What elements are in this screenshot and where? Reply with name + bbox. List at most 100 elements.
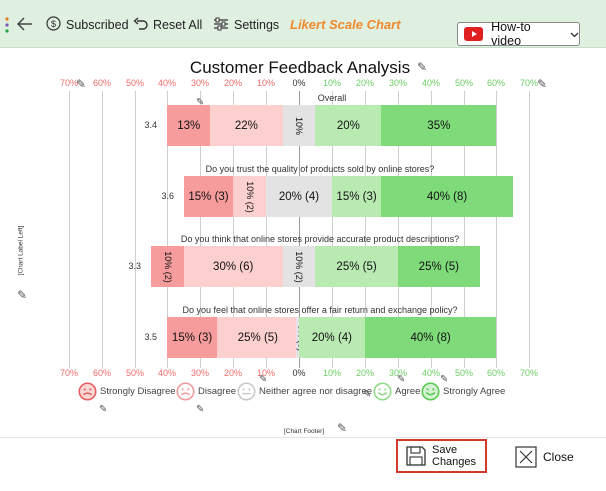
bar-segment-strongly-agree[interactable]: 40% (8) — [364, 317, 497, 358]
edit-title-pencil-icon[interactable]: ✎ — [417, 61, 427, 73]
face-icon-4 — [421, 382, 440, 401]
app-title: Likert Scale Chart — [290, 17, 401, 32]
reset-all-label: Reset All — [153, 18, 203, 32]
axis-tick-label: 0% — [292, 78, 306, 88]
row-average-score: 3.5 — [144, 331, 157, 342]
axis-tick-label: 40% — [421, 78, 440, 88]
undo-icon — [133, 16, 148, 34]
edit-chart-label-left-pencil-icon[interactable]: ✎ — [17, 289, 27, 301]
axis-tick-label: 30% — [190, 368, 209, 378]
save-changes-label: Save Changes — [432, 444, 476, 468]
bar-segment-agree[interactable]: 20% — [315, 105, 382, 146]
face-icon-1 — [176, 382, 195, 401]
axis-tick-label: 60% — [486, 368, 505, 378]
axis-tick-label: 50% — [454, 78, 473, 88]
close-label: Close — [543, 450, 574, 464]
toolbar: $ Subscribed Reset All Settings Likert S… — [0, 0, 606, 48]
dollar-icon: $ — [46, 16, 61, 34]
close-button[interactable]: Close — [515, 445, 574, 469]
axis-tick-label: 0% — [292, 368, 306, 378]
bar-segment-strongly-disagree[interactable]: 13% — [167, 105, 211, 146]
reset-all-button[interactable]: Reset All — [133, 15, 202, 35]
axis-tick-label: 60% — [92, 78, 111, 88]
bar-segment-label: 10% (2) — [293, 250, 304, 283]
gridline — [529, 91, 530, 368]
bar-segment-neither-agree-nor-disagree[interactable]: 10% — [282, 105, 316, 146]
axis-tick-label: 70% — [519, 368, 538, 378]
bar-segment-disagree[interactable]: 30% (6) — [183, 246, 283, 287]
chevron-down-icon — [570, 25, 579, 43]
edit-pencil-icon[interactable]: ✎ — [196, 97, 204, 109]
bar-segment-neither-agree-nor-disagree[interactable]: 20% (4) — [266, 176, 332, 217]
bar-segment-disagree[interactable]: 10% (2) — [233, 176, 267, 217]
bar-segment-label: 25% (5) — [336, 260, 377, 273]
close-icon — [515, 446, 537, 468]
axis-tick-label: 20% — [223, 368, 242, 378]
bar-segment-agree[interactable]: 15% (3) — [331, 176, 382, 217]
how-to-video-label: How-to video — [491, 20, 531, 48]
bar-segment-label: 20% (4) — [278, 190, 320, 203]
bar-segment-label: 10% — [293, 116, 304, 135]
chart-label-left[interactable]: [Chart Label Left] — [18, 221, 25, 281]
settings-label: Settings — [234, 18, 280, 32]
axis-tick-label: 70% — [59, 368, 78, 378]
axis-tick-label: 50% — [125, 78, 144, 88]
bar-segment-disagree[interactable]: 25% (5) — [216, 317, 299, 358]
axis-tick-label: 10% — [256, 78, 275, 88]
bar-segment-agree[interactable]: 20% (4) — [299, 317, 365, 358]
bar-segment-label: 40% (8) — [426, 190, 468, 203]
row-average-score: 3.3 — [128, 260, 141, 271]
chart-footer-label[interactable]: [Chart Footer] — [268, 428, 340, 435]
bar-segment-label: 13% — [177, 119, 201, 132]
axis-tick-label: 50% — [454, 368, 473, 378]
axis-tick-label: 20% — [355, 78, 374, 88]
sliders-icon — [213, 17, 229, 34]
question-title[interactable]: Do you think that online stores provide … — [120, 234, 520, 244]
bar-segment-disagree[interactable]: 22% — [210, 105, 283, 146]
bar-segment-strongly-agree[interactable]: 35% — [381, 105, 497, 146]
save-label-line1: Save — [432, 444, 458, 456]
legend-item-strongly-disagree: Strongly Disagree — [78, 382, 176, 401]
save-label-line2: Changes — [432, 456, 477, 468]
bar-segment-label: 25% (5) — [237, 331, 279, 344]
chart-title[interactable]: Customer Feedback Analysis — [140, 58, 460, 78]
axis-tick-label: 40% — [157, 368, 176, 378]
legend-label: Strongly Agree — [443, 386, 506, 397]
legend-item-agree: Agree — [373, 382, 420, 401]
question-title[interactable]: Overall — [132, 93, 532, 103]
bar-segment-label: 20% — [336, 119, 360, 132]
drag-handle-icon[interactable] — [5, 17, 9, 33]
axis-tick-label: 70% — [59, 78, 78, 88]
bar-segment-strongly-disagree[interactable]: 15% (3) — [183, 176, 234, 217]
bar-segment-agree[interactable]: 25% (5) — [315, 246, 398, 287]
legend-label: Strongly Disagree — [100, 386, 176, 397]
subscribed-button[interactable]: $ Subscribed — [46, 15, 129, 35]
axis-tick-label: 10% — [322, 78, 341, 88]
svg-text:$: $ — [51, 19, 56, 29]
bar-segment-neither-agree-nor-disagree[interactable]: 10% (2) — [282, 246, 316, 287]
gridline — [69, 91, 70, 368]
settings-button[interactable]: Settings — [213, 15, 279, 35]
row-average-score: 3.4 — [144, 119, 157, 130]
bar-segment-strongly-disagree[interactable]: 10% (2) — [150, 246, 184, 287]
bar-segment-label: 40% (8) — [410, 331, 451, 344]
axis-tick-label: 40% — [157, 78, 176, 88]
bar-segment-strongly-agree[interactable]: 40% (8) — [381, 176, 513, 217]
legend-label: Disagree — [198, 386, 237, 397]
edit-pencil-icon[interactable]: ✎ — [99, 404, 107, 416]
bar-segment-label: 20% (4) — [311, 331, 353, 344]
question-title[interactable]: Do you trust the quality of products sol… — [120, 164, 520, 174]
face-icon-2 — [237, 382, 256, 401]
edit-pencil-icon[interactable]: ✎ — [196, 404, 204, 416]
legend-item-neither-agree-nor-disagree: Neither agree nor disagree — [237, 382, 372, 401]
edit-footer-pencil-icon[interactable]: ✎ — [337, 422, 347, 434]
bar-segment-label: 35% — [427, 119, 451, 132]
bar-segment-strongly-agree[interactable]: 25% (5) — [397, 246, 480, 287]
axis-tick-label: 70% — [519, 78, 538, 88]
bar-segment-strongly-disagree[interactable]: 15% (3) — [167, 317, 217, 358]
how-to-video-button[interactable]: How-to video — [457, 20, 580, 48]
bottom-bar: Save Changes Close — [0, 437, 606, 491]
question-title[interactable]: Do you feel that online stores offer a f… — [120, 305, 520, 315]
save-changes-button[interactable]: Save Changes — [396, 439, 487, 473]
bar-segment-label: 30% (6) — [213, 260, 254, 273]
